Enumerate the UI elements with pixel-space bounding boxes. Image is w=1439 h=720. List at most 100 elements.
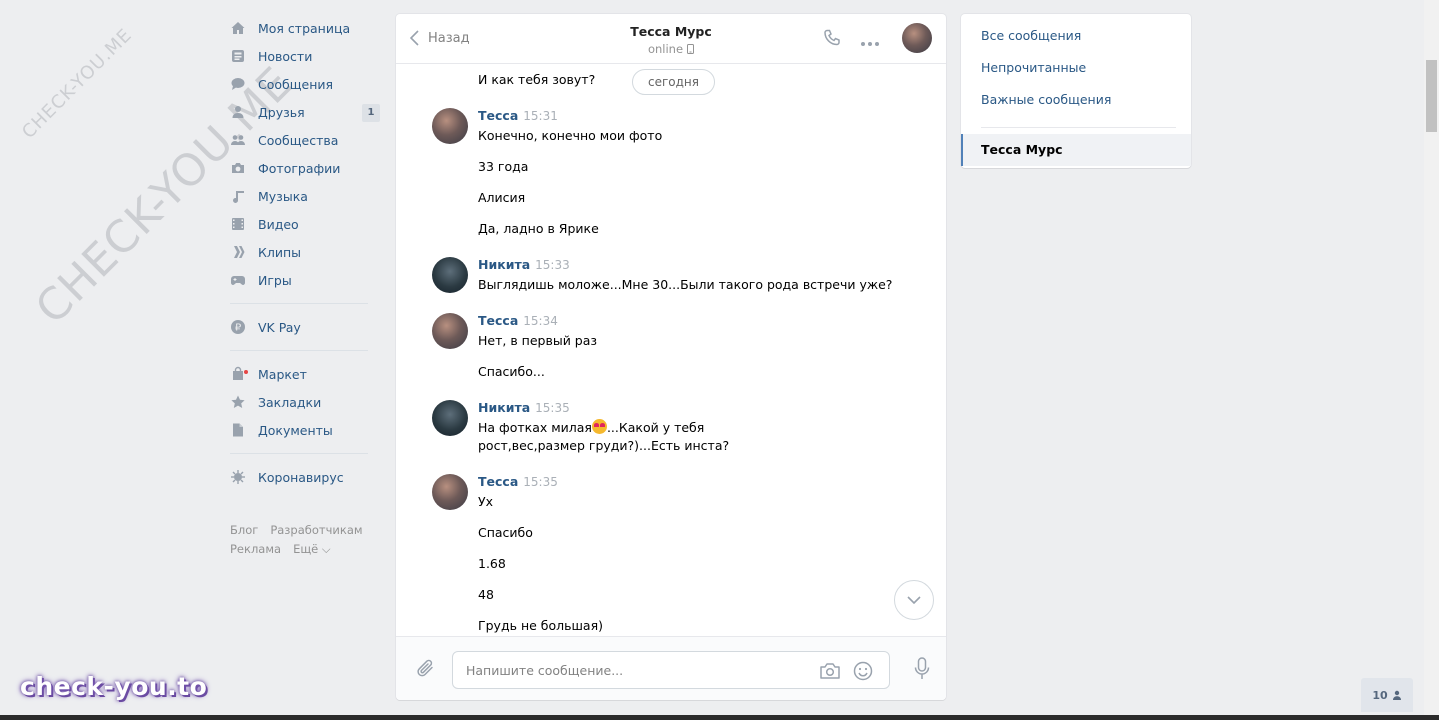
- nav-label: Игры: [258, 272, 292, 288]
- footer-link-developers[interactable]: Разработчикам: [270, 523, 362, 537]
- nav-label: Новости: [258, 48, 313, 64]
- message-author[interactable]: Тесса: [478, 313, 518, 328]
- message-text: Выглядишь моложе...Мне 30...Были такого …: [478, 277, 893, 292]
- gamepad-icon: [230, 272, 246, 288]
- nav-item-documents[interactable]: Документы: [230, 416, 380, 444]
- avatar[interactable]: [432, 400, 468, 436]
- microphone-icon[interactable]: [914, 657, 930, 685]
- message-group: Тесса 15:35 Ух Спасибо 1.68 48 Грудь не б…: [432, 474, 878, 635]
- message-time: 15:35: [523, 475, 558, 489]
- nav-item-clips[interactable]: Клипы: [230, 238, 380, 266]
- message-time: 15:31: [523, 109, 558, 123]
- message-text: 33 года: [478, 159, 529, 174]
- avatar[interactable]: [432, 257, 468, 293]
- message-text: 1.68: [478, 556, 506, 571]
- nav-item-my-page[interactable]: Моя страница: [230, 14, 380, 42]
- peer-status-text: online: [647, 42, 684, 56]
- nav-item-games[interactable]: Игры: [230, 266, 380, 294]
- page-scrollbar[interactable]: [1424, 0, 1439, 720]
- filter-unread[interactable]: Непрочитанные: [961, 52, 1191, 84]
- nav-item-photos[interactable]: Фотографии: [230, 154, 380, 182]
- avatar[interactable]: [432, 108, 468, 144]
- friends-count-badge: 1: [362, 104, 380, 122]
- nav-item-friends[interactable]: Друзья 1: [230, 98, 380, 126]
- footer-links: Блог Разработчикам Реклама Ещё ⌵: [230, 521, 380, 559]
- message-filters-panel: Все сообщения Непрочитанные Важные сообщ…: [961, 14, 1191, 168]
- chat-panel: Назад Тесса Мурс online И как тебя зовут…: [396, 14, 946, 700]
- nav-label: Сообщения: [258, 76, 334, 92]
- home-icon: [230, 20, 246, 36]
- clips-icon: [230, 244, 246, 260]
- document-icon: [230, 422, 246, 438]
- nav-item-market[interactable]: Маркет: [230, 360, 380, 388]
- video-icon: [230, 216, 246, 232]
- left-navigation: Моя страница Новости Сообщения Друзья 1 …: [230, 14, 380, 559]
- scroll-down-button[interactable]: [894, 580, 934, 620]
- message-input-box: [452, 651, 890, 689]
- nav-divider: [230, 350, 368, 351]
- footer-link-ads[interactable]: Реклама: [230, 542, 281, 556]
- camera-icon: [230, 160, 246, 176]
- message-text: Спасибо: [478, 525, 533, 540]
- footer-link-more[interactable]: Ещё ⌵: [293, 542, 331, 556]
- nav-label: Фотографии: [258, 160, 341, 176]
- paperclip-icon[interactable]: [416, 658, 436, 684]
- message-group: Никита 15:35 На фотках милая ...Какой у те…: [432, 400, 808, 455]
- nav-label: VK Pay: [258, 319, 301, 335]
- message-time: 15:33: [535, 258, 570, 272]
- message-author[interactable]: Никита: [478, 400, 530, 415]
- nav-item-music[interactable]: Музыка: [230, 182, 380, 210]
- nav-item-vk-pay[interactable]: ₽ VK Pay: [230, 313, 380, 341]
- date-separator: сегодня: [632, 69, 715, 95]
- filter-all-messages[interactable]: Все сообщения: [961, 20, 1191, 52]
- message-composer: [396, 636, 946, 700]
- online-friends-widget[interactable]: 10: [1361, 678, 1413, 712]
- panel-divider: [981, 127, 1176, 128]
- filter-important[interactable]: Важные сообщения: [961, 84, 1191, 116]
- online-count: 10: [1372, 688, 1388, 702]
- messages-icon: [230, 76, 246, 92]
- peer-avatar[interactable]: [902, 23, 932, 53]
- nav-item-messages[interactable]: Сообщения: [230, 70, 380, 98]
- music-icon: [230, 188, 246, 204]
- nav-label: Друзья: [258, 104, 305, 120]
- avatar[interactable]: [432, 474, 468, 510]
- nav-item-bookmarks[interactable]: Закладки: [230, 388, 380, 416]
- message-group: Никита 15:33 Выглядишь моложе...Мне 30...…: [432, 257, 918, 294]
- message-author[interactable]: Тесса: [478, 108, 518, 123]
- ruble-icon: ₽: [230, 319, 246, 335]
- brand-logo: check-you.to: [20, 672, 208, 701]
- message-input[interactable]: [453, 652, 803, 688]
- message-group: Тесса 15:34 Нет, в первый раз Спасибо...: [432, 313, 878, 381]
- nav-label: Моя страница: [258, 20, 351, 36]
- smile-icon[interactable]: [853, 661, 873, 685]
- nav-item-video[interactable]: Видео: [230, 210, 380, 238]
- nav-label: Клипы: [258, 244, 302, 260]
- active-chat-item[interactable]: Тесса Мурс: [961, 134, 1191, 166]
- camera-icon[interactable]: [819, 661, 841, 685]
- avatar[interactable]: [432, 313, 468, 349]
- message-author[interactable]: Никита: [478, 257, 530, 272]
- phone-icon[interactable]: [822, 28, 842, 52]
- message-group: Тесса 15:31 Конечно, конечно мои фото 33 …: [432, 108, 878, 238]
- message-text: Ух: [478, 494, 494, 509]
- footer-link-blog[interactable]: Блог: [230, 523, 258, 537]
- nav-item-news[interactable]: Новости: [230, 42, 380, 70]
- nav-label: Документы: [258, 422, 333, 438]
- scrollbar-thumb[interactable]: [1426, 60, 1437, 132]
- nav-item-coronavirus[interactable]: Коронавирус: [230, 463, 380, 491]
- nav-divider: [230, 453, 368, 454]
- message-text: Грудь не большая): [478, 618, 603, 633]
- chevron-down-icon: [907, 596, 921, 604]
- message-author[interactable]: Тесса: [478, 474, 518, 489]
- message-text: Конечно, конечно мои фото: [478, 128, 663, 143]
- more-options-icon[interactable]: [860, 36, 880, 51]
- message-history[interactable]: И как тебя зовут? сегодня Тесса 15:31 Кон…: [396, 65, 946, 636]
- nav-item-groups[interactable]: Сообщества: [230, 126, 380, 154]
- nav-label: Коронавирус: [258, 469, 344, 485]
- nav-divider: [230, 303, 368, 304]
- message-text: И как тебя зовут?: [478, 72, 596, 87]
- message-text-part: На фотках милая: [478, 420, 592, 435]
- nav-label: Закладки: [258, 394, 322, 410]
- message-text: На фотках милая ...Какой у тебя рост,вес,…: [478, 419, 808, 455]
